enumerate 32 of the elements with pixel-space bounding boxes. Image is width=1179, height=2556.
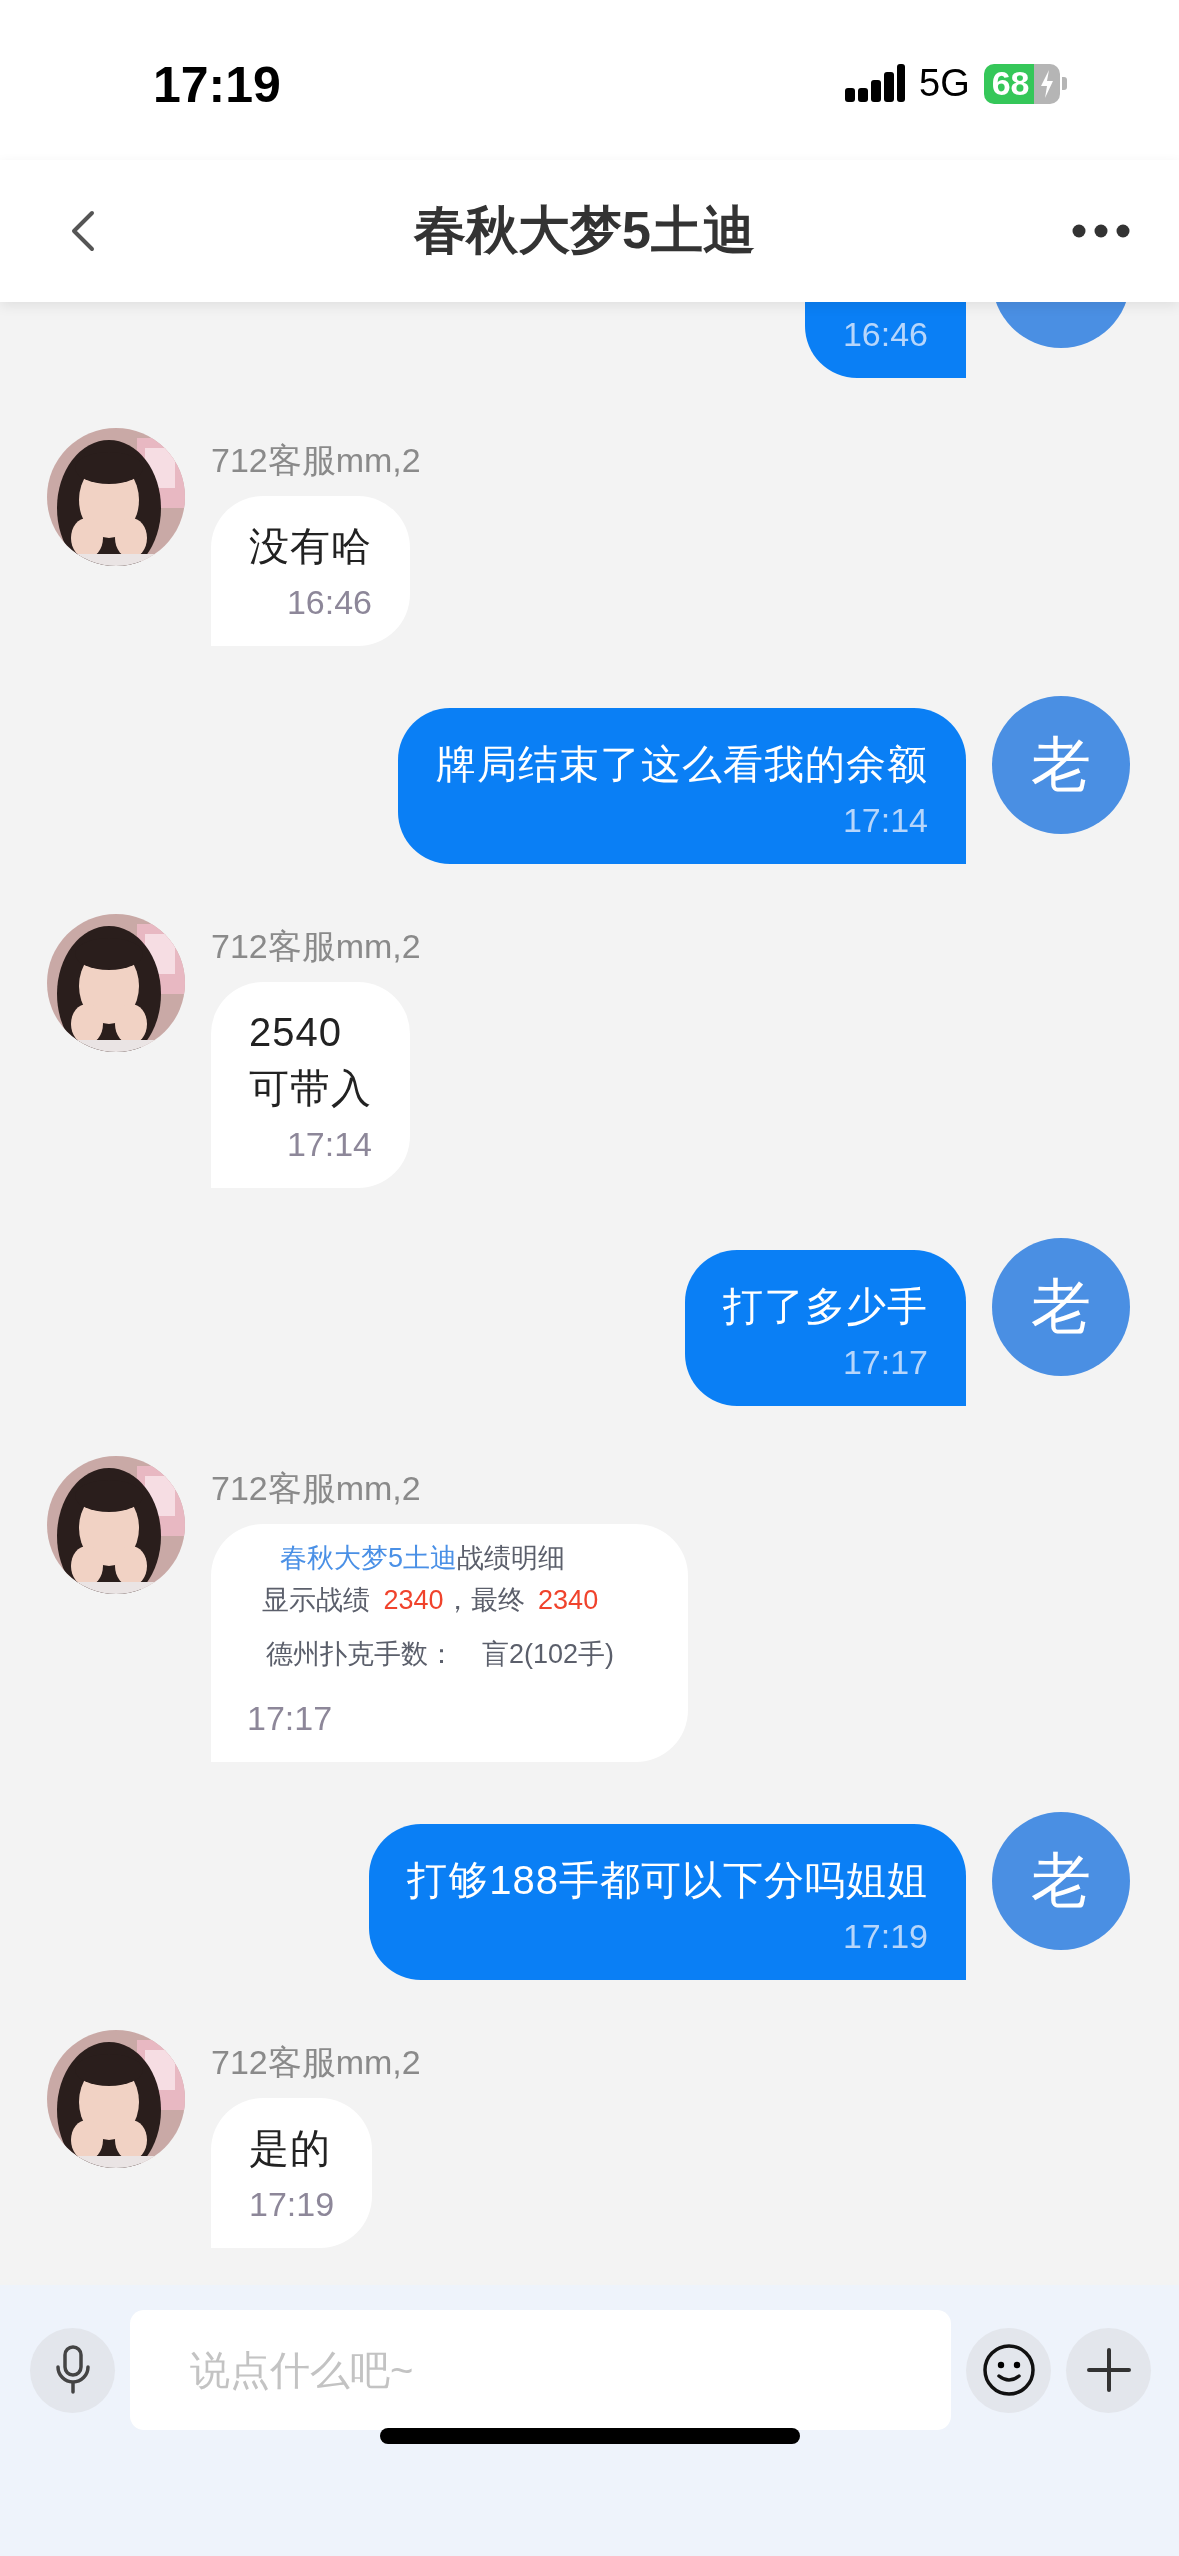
plus-icon xyxy=(1085,2347,1132,2393)
hands-line: 德州扑克手数： 盲2(102手) xyxy=(265,1638,616,1671)
signal-icon xyxy=(845,63,905,104)
network-label: 5G xyxy=(919,62,970,105)
message-time: 17:19 xyxy=(842,1916,928,1957)
message-text: 打了多少手 xyxy=(723,1283,928,1330)
message-time: 17:14 xyxy=(842,800,928,841)
message-input-field[interactable]: 说点什么吧~ xyxy=(130,2310,951,2430)
message-time: 17:19 xyxy=(249,2184,335,2225)
message-time: 16:46 xyxy=(286,582,372,623)
message-text: 没有哈 xyxy=(249,523,372,570)
message-text: 2540 可带入 xyxy=(249,1009,372,1112)
smiley-icon xyxy=(981,2343,1036,2397)
sender-name: 712客服mm,2 xyxy=(211,440,421,481)
sender-name: 712客服mm,2 xyxy=(211,926,421,967)
user-avatar[interactable]: 老 xyxy=(992,1812,1130,1950)
clock-time: 17:19 xyxy=(153,56,281,114)
sender-name: 712客服mm,2 xyxy=(211,1468,421,1509)
record-title: 春秋大梦5土迪战绩明细 xyxy=(279,1542,567,1575)
more-icon xyxy=(1071,223,1131,239)
message-time: 16:46 xyxy=(842,314,928,355)
score-line: 显示战绩 2340，最终 2340 xyxy=(261,1584,600,1617)
chat-title: 春秋大梦5土迪 xyxy=(414,200,755,261)
message-text: 牌局结束了这么看我的余额 xyxy=(436,741,928,788)
message-text: 打够188手都可以下分吗姐姐 xyxy=(407,1857,928,1904)
user-avatar[interactable]: 老 xyxy=(992,696,1130,834)
message-text: 是的 xyxy=(249,2125,332,2172)
user-avatar[interactable]: 老 xyxy=(992,1238,1130,1376)
message-time: 17:17 xyxy=(247,1698,333,1739)
message-time: 17:17 xyxy=(842,1342,928,1383)
message-time: 17:14 xyxy=(286,1124,372,1165)
sender-name: 712客服mm,2 xyxy=(211,2042,421,2083)
